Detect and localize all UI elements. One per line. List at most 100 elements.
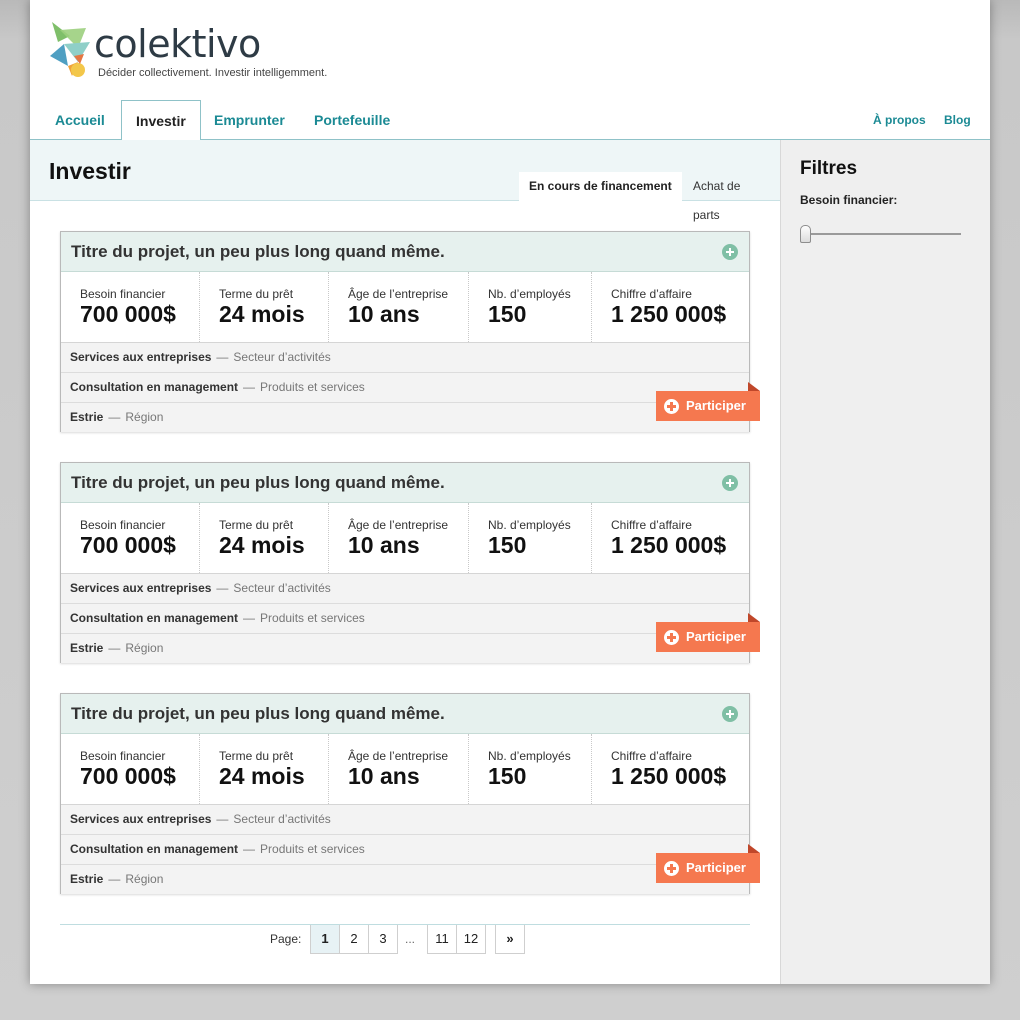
detail-category: Produits et services: [260, 380, 365, 394]
detail-separator: —: [243, 611, 256, 625]
detail-separator: —: [108, 410, 121, 424]
detail-row: Consultation en management — Produits et s…: [61, 604, 749, 634]
besoin-slider-handle[interactable]: [800, 225, 811, 243]
stat-value: 150: [488, 763, 527, 789]
detail-separator: —: [243, 842, 256, 856]
project-details: Services aux entreprises — Secteur d’activ…: [61, 342, 749, 432]
detail-separator: —: [216, 581, 229, 595]
project-card-header: Titre du projet, un peu plus long quand …: [61, 694, 749, 734]
detail-row: Services aux entreprises — Secteur d’activ…: [61, 343, 749, 373]
tab-en-cours[interactable]: En cours de financement: [519, 172, 682, 202]
expand-plus-icon[interactable]: [722, 706, 738, 722]
detail-separator: —: [108, 641, 121, 655]
stat-label: Chiffre d’affaire: [611, 749, 692, 763]
detail-separator: —: [108, 872, 121, 886]
project-card[interactable]: Titre du projet, un peu plus long quand …: [60, 462, 760, 663]
detail-row: Services aux entreprises — Secteur d’activ…: [61, 805, 749, 835]
nav-investir[interactable]: Investir: [121, 100, 201, 141]
page-3[interactable]: 3: [368, 925, 398, 954]
detail-row: Consultation en management — Produits et s…: [61, 373, 749, 403]
stat-label: Âge de l’entreprise: [348, 518, 449, 532]
stat-cell: Âge de l’entreprise 10 ans: [329, 734, 469, 804]
pagination-label: Page:: [270, 932, 302, 946]
stat-value: 1 250 000$: [611, 301, 727, 327]
project-details: Services aux entreprises — Secteur d’activ…: [61, 573, 749, 663]
stat-label: Nb. d’employés: [488, 749, 571, 763]
stat-value: 10 ans: [348, 532, 420, 558]
stat-label: Besoin financier: [80, 518, 166, 532]
project-card[interactable]: Titre du projet, un peu plus long quand …: [60, 231, 760, 432]
expand-plus-icon[interactable]: [722, 475, 738, 491]
detail-value: Consultation en management: [70, 611, 239, 625]
project-card[interactable]: Titre du projet, un peu plus long quand …: [60, 693, 760, 894]
stat-cell: Terme du prêt 24 mois: [200, 272, 329, 342]
expand-plus-icon[interactable]: [722, 244, 738, 260]
detail-category: Secteur d’activités: [233, 812, 331, 826]
project-stats: Besoin financier 700 000$ Terme du prêt 24 …: [61, 503, 749, 573]
detail-row: Consultation en management — Produits et s…: [61, 835, 749, 865]
stat-label: Terme du prêt: [219, 518, 294, 532]
stat-cell: Chiffre d’affaire 1 250 000$: [592, 503, 749, 573]
colektivo-logo-icon: [50, 22, 90, 77]
page-12[interactable]: 12: [456, 925, 486, 954]
participate-label: Participer: [686, 860, 746, 875]
nav-a-propos[interactable]: À propos: [873, 100, 926, 140]
detail-value: Services aux entreprises: [70, 581, 212, 595]
besoin-slider-track[interactable]: [805, 233, 961, 235]
filters-title: Filtres: [800, 158, 858, 179]
participate-button[interactable]: Participer: [656, 853, 760, 883]
project-title[interactable]: Titre du projet, un peu plus long quand …: [71, 704, 445, 724]
ribbon-fold: [748, 382, 760, 391]
stat-value: 700 000$: [80, 301, 176, 327]
stat-label: Chiffre d’affaire: [611, 287, 692, 301]
stat-cell: Nb. d’employés 150: [469, 734, 592, 804]
detail-separator: —: [216, 812, 229, 826]
detail-value: Estrie: [70, 641, 104, 655]
stat-cell: Terme du prêt 24 mois: [200, 734, 329, 804]
project-details: Services aux entreprises — Secteur d’activ…: [61, 804, 749, 894]
stat-cell: Besoin financier 700 000$: [61, 503, 200, 573]
page-11[interactable]: 11: [427, 925, 457, 954]
nav-emprunter[interactable]: Emprunter: [200, 100, 299, 140]
detail-value: Consultation en management: [70, 842, 239, 856]
stat-cell: Besoin financier 700 000$: [61, 272, 200, 342]
stat-label: Nb. d’employés: [488, 518, 571, 532]
stat-cell: Nb. d’employés 150: [469, 272, 592, 342]
pagination-divider: [60, 924, 750, 925]
stat-cell: Âge de l’entreprise 10 ans: [329, 503, 469, 573]
detail-value: Estrie: [70, 410, 104, 424]
detail-value: Services aux entreprises: [70, 350, 212, 364]
participate-button[interactable]: Participer: [656, 622, 760, 652]
stat-label: Nb. d’employés: [488, 287, 571, 301]
plus-circle-icon: [664, 861, 679, 876]
tab-achat-parts[interactable]: Achat de parts: [683, 172, 780, 222]
project-title[interactable]: Titre du projet, un peu plus long quand …: [71, 473, 445, 493]
detail-separator: —: [243, 380, 256, 394]
page-1[interactable]: 1: [310, 925, 340, 954]
ribbon-fold: [748, 844, 760, 853]
pagination-ellipsis: ...: [405, 932, 416, 946]
nav-blog[interactable]: Blog: [944, 100, 971, 140]
stat-label: Terme du prêt: [219, 287, 294, 301]
stat-label: Chiffre d’affaire: [611, 518, 692, 532]
detail-value: Estrie: [70, 872, 104, 886]
detail-row: Estrie — Région: [61, 865, 749, 895]
project-stats: Besoin financier 700 000$ Terme du prêt 24 …: [61, 734, 749, 804]
page-2[interactable]: 2: [339, 925, 369, 954]
detail-row: Estrie — Région: [61, 403, 749, 433]
participate-button[interactable]: Participer: [656, 391, 760, 421]
ribbon-fold: [748, 613, 760, 622]
filters-sidebar: Filtres Besoin financier:: [780, 140, 990, 984]
stat-value: 1 250 000$: [611, 532, 727, 558]
participate-label: Participer: [686, 398, 746, 413]
detail-category: Région: [125, 641, 164, 655]
stat-value: 150: [488, 301, 527, 327]
brand-tagline: Décider collectivement. Investir intelli…: [98, 67, 328, 79]
nav-accueil[interactable]: Accueil: [41, 100, 119, 140]
next-page-button[interactable]: »: [495, 925, 525, 954]
detail-category: Région: [125, 872, 164, 886]
nav-portefeuille[interactable]: Portefeuille: [300, 100, 404, 140]
logo[interactable]: colektivo Décider collectivement. Invest…: [50, 18, 350, 83]
project-title[interactable]: Titre du projet, un peu plus long quand …: [71, 242, 445, 262]
stat-value: 700 000$: [80, 532, 176, 558]
